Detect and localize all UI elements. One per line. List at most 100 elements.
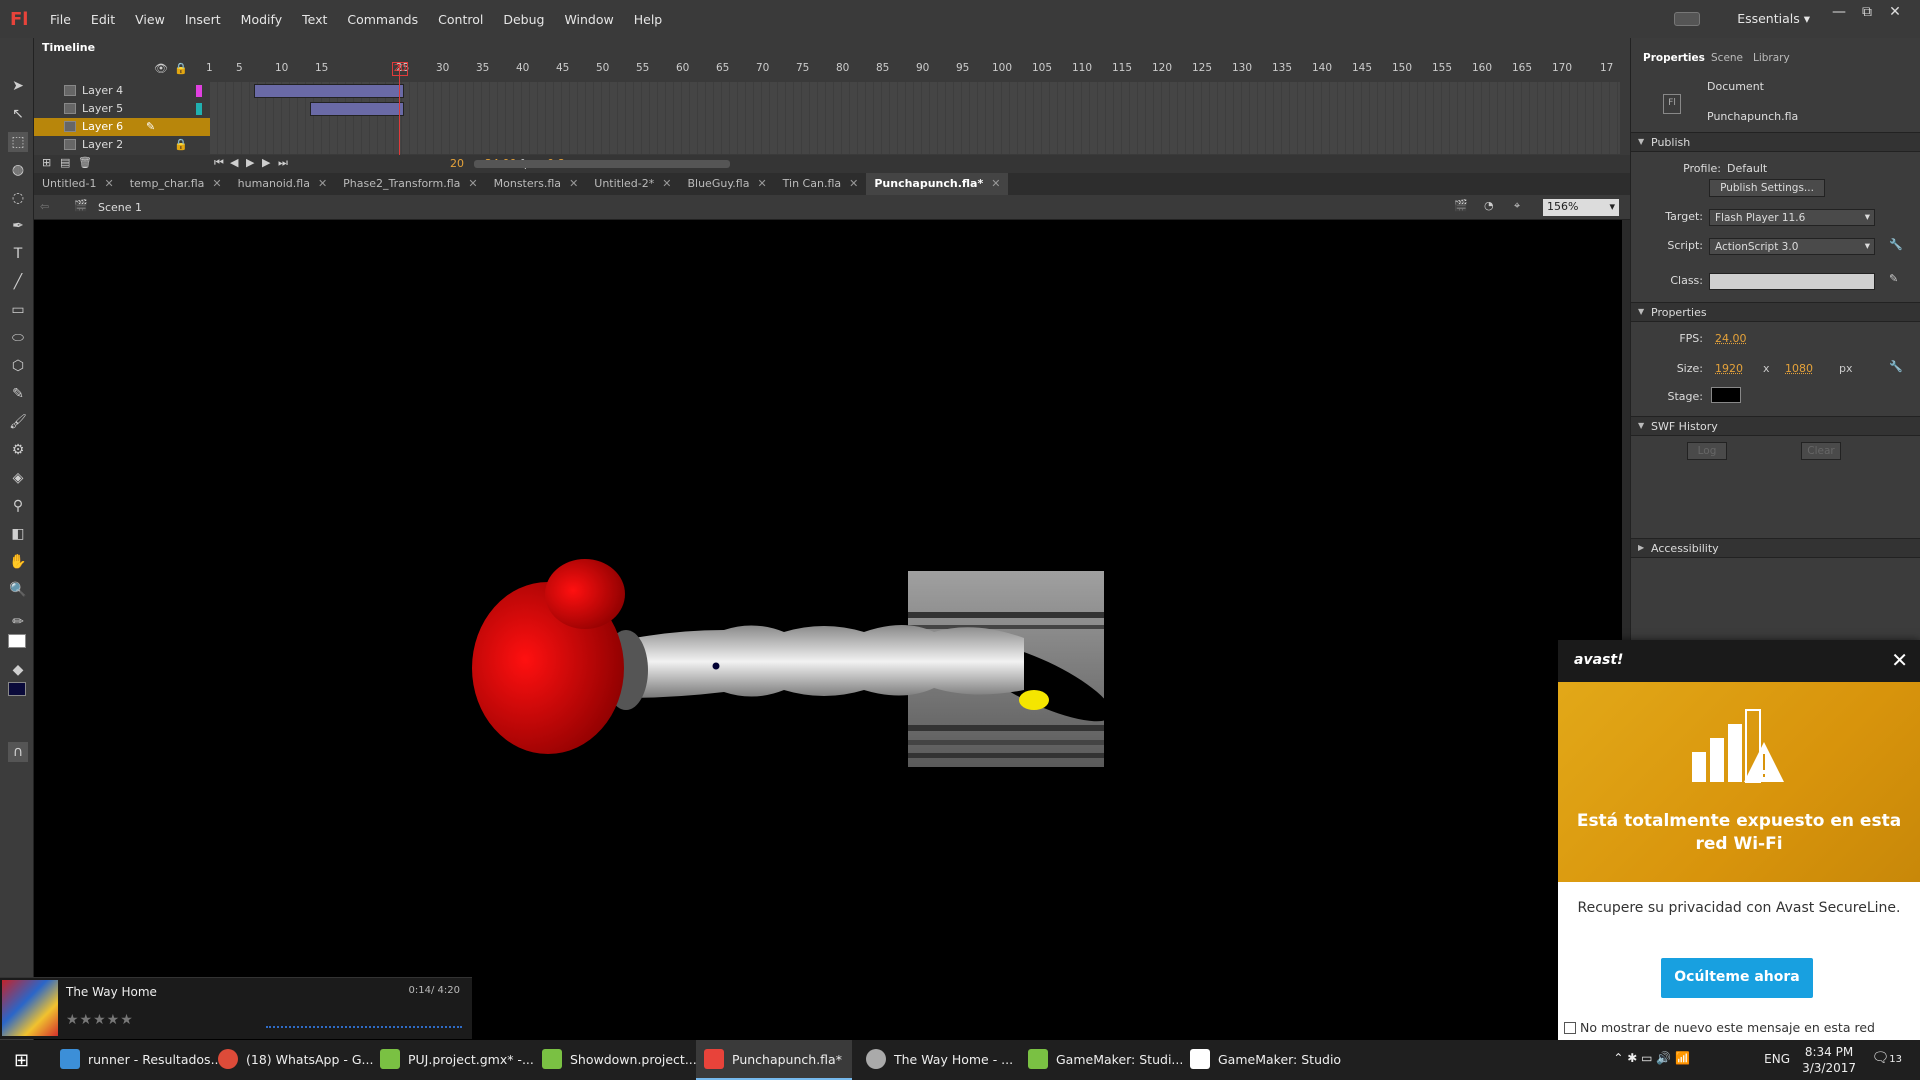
tab-library[interactable]: Library	[1753, 52, 1790, 64]
text-tool-icon[interactable]: T	[8, 244, 28, 264]
zoom-tool-icon[interactable]: 🔍	[8, 580, 28, 600]
windows-start-icon[interactable]: ⊞	[14, 1050, 29, 1071]
line-tool-icon[interactable]: ╱	[8, 272, 28, 292]
layer-name[interactable]: Layer 4	[82, 84, 123, 97]
workspace-switcher[interactable]: Essentials ▾	[1737, 11, 1810, 26]
layer-frames[interactable]	[210, 136, 1620, 154]
playhead[interactable]	[399, 64, 400, 156]
checkbox[interactable]	[1564, 1022, 1576, 1034]
publish-section-header[interactable]: Publish	[1631, 132, 1920, 152]
layer-row[interactable]: Layer 5	[34, 100, 1620, 118]
height-value[interactable]: 1080	[1785, 362, 1813, 375]
minimize-button[interactable]: —	[1826, 4, 1852, 24]
stage-canvas[interactable]	[34, 220, 1622, 1030]
brush-tool-icon[interactable]: 🖌	[8, 412, 28, 432]
close-tab-icon[interactable]: ✕	[849, 177, 858, 191]
tab-scene[interactable]: Scene	[1711, 52, 1743, 64]
taskbar-app[interactable]: runner - Resultados...	[52, 1040, 223, 1080]
delete-layer-icon[interactable]: 🗑	[78, 156, 92, 169]
layer-name[interactable]: Layer 2	[82, 138, 123, 151]
menu-window[interactable]: Window	[554, 12, 623, 27]
edit-symbol-icon[interactable]: ◔	[1484, 199, 1494, 212]
doc-tab[interactable]: Tin Can.fla ✕	[775, 173, 867, 195]
pen-tool-icon[interactable]: ✒	[8, 216, 28, 236]
tab-properties[interactable]: Properties	[1643, 52, 1705, 64]
pencil-tool-icon[interactable]: ✎	[8, 384, 28, 404]
doc-tab[interactable]: Phase2_Transform.fla ✕	[335, 173, 485, 195]
target-dropdown[interactable]: Flash Player 11.6	[1709, 209, 1875, 226]
paint-bucket-tool-icon[interactable]: ◈	[8, 468, 28, 488]
taskbar-app[interactable]: PUJ.project.gmx* -...	[372, 1040, 534, 1080]
center-stage-icon[interactable]: ⌖	[1514, 199, 1520, 213]
polystar-tool-icon[interactable]: ⬡	[8, 356, 28, 376]
music-player-widget[interactable]: The Way Home 0:14/ 4:20 ★★★★★	[0, 977, 472, 1039]
close-tab-icon[interactable]: ✕	[662, 177, 671, 191]
eyedropper-tool-icon[interactable]: ⚲	[8, 496, 28, 516]
layer-row[interactable]: Layer 2 🔒	[34, 136, 1620, 154]
layer-frames[interactable]	[210, 118, 1620, 136]
accessibility-section-header[interactable]: Accessibility	[1631, 538, 1920, 558]
oval-tool-icon[interactable]: ⬭	[8, 328, 28, 348]
close-tab-icon[interactable]: ✕	[757, 177, 766, 191]
frame-ruler[interactable]: 1 5 10 15 25 30 35 40 45 50 55 60 65 70 …	[206, 62, 1620, 78]
layer-row-selected[interactable]: Layer 6 ✎	[34, 118, 1620, 136]
free-transform-tool-icon[interactable]: ⬚	[8, 132, 28, 152]
hide-me-now-button[interactable]: Ocúlteme ahora	[1661, 958, 1813, 998]
publish-settings-button[interactable]: Publish Settings...	[1709, 179, 1825, 197]
width-value[interactable]: 1920	[1715, 362, 1743, 375]
close-tab-icon[interactable]: ✕	[318, 177, 327, 191]
layer-row[interactable]: Layer 4	[34, 82, 1620, 100]
log-button[interactable]: Log	[1687, 442, 1727, 460]
script-settings-wrench-icon[interactable]: 🔧	[1889, 238, 1903, 251]
lock-all-icon[interactable]: 🔒	[174, 62, 188, 75]
script-dropdown[interactable]: ActionScript 3.0	[1709, 238, 1875, 255]
back-arrow-icon[interactable]: ⇦	[40, 200, 49, 213]
timeline-tab[interactable]: Timeline	[42, 41, 95, 54]
3d-rotation-tool-icon[interactable]: ◍	[8, 160, 28, 180]
prev-frame-icon[interactable]: ◀	[230, 156, 238, 169]
menu-modify[interactable]: Modify	[231, 12, 292, 27]
lasso-tool-icon[interactable]: ◌	[8, 188, 28, 208]
show-hide-all-icon[interactable]: 👁	[154, 62, 168, 75]
stage-color-swatch[interactable]	[1711, 387, 1741, 403]
menu-insert[interactable]: Insert	[175, 12, 231, 27]
close-tab-icon[interactable]: ✕	[569, 177, 578, 191]
layer-name[interactable]: Layer 6	[82, 120, 123, 133]
stroke-color-swatch[interactable]	[8, 634, 26, 648]
new-folder-icon[interactable]: ▤	[60, 156, 70, 169]
layer-name[interactable]: Layer 5	[82, 102, 123, 115]
sync-settings-icon[interactable]	[1674, 12, 1700, 26]
fill-color-swatch[interactable]	[8, 682, 26, 696]
zoom-dropdown[interactable]: 156% ▾	[1543, 199, 1619, 216]
scene-name[interactable]: Scene 1	[98, 201, 142, 214]
close-tab-icon[interactable]: ✕	[212, 177, 221, 191]
menu-text[interactable]: Text	[292, 12, 337, 27]
selection-tool-icon[interactable]: ➤	[8, 76, 28, 96]
menu-file[interactable]: File	[40, 12, 81, 27]
doc-tab[interactable]: temp_char.fla ✕	[122, 173, 230, 195]
last-frame-icon[interactable]: ⏭	[278, 156, 288, 170]
fps-value[interactable]: 24.00	[1715, 332, 1747, 345]
close-tab-icon[interactable]: ✕	[468, 177, 477, 191]
taskbar-app-active[interactable]: Punchapunch.fla*	[696, 1040, 852, 1080]
taskbar-app[interactable]: GameMaker: Studio	[1182, 1040, 1341, 1080]
close-tab-icon[interactable]: ✕	[991, 177, 1000, 191]
clear-button[interactable]: Clear	[1801, 442, 1841, 460]
layer-frames[interactable]	[210, 100, 1620, 118]
snap-magnet-icon[interactable]: ∩	[8, 742, 28, 762]
fill-color-icon[interactable]: ◆	[8, 660, 28, 680]
doc-tab[interactable]: humanoid.fla ✕	[230, 173, 336, 195]
stroke-color-icon[interactable]: ✏	[8, 612, 28, 632]
menu-debug[interactable]: Debug	[493, 12, 554, 27]
doc-tab[interactable]: Untitled-2* ✕	[586, 173, 679, 195]
subselection-tool-icon[interactable]: ↖	[8, 104, 28, 124]
close-icon[interactable]: ✕	[1891, 648, 1908, 672]
current-frame[interactable]: 20	[450, 157, 464, 170]
swf-history-section-header[interactable]: SWF History	[1631, 416, 1920, 436]
menu-commands[interactable]: Commands	[337, 12, 428, 27]
hand-tool-icon[interactable]: ✋	[8, 552, 28, 572]
doc-tab-active[interactable]: Punchapunch.fla* ✕	[866, 173, 1009, 195]
taskbar-app[interactable]: (18) WhatsApp - G...	[210, 1040, 373, 1080]
menu-edit[interactable]: Edit	[81, 12, 125, 27]
close-tab-icon[interactable]: ✕	[104, 177, 113, 191]
